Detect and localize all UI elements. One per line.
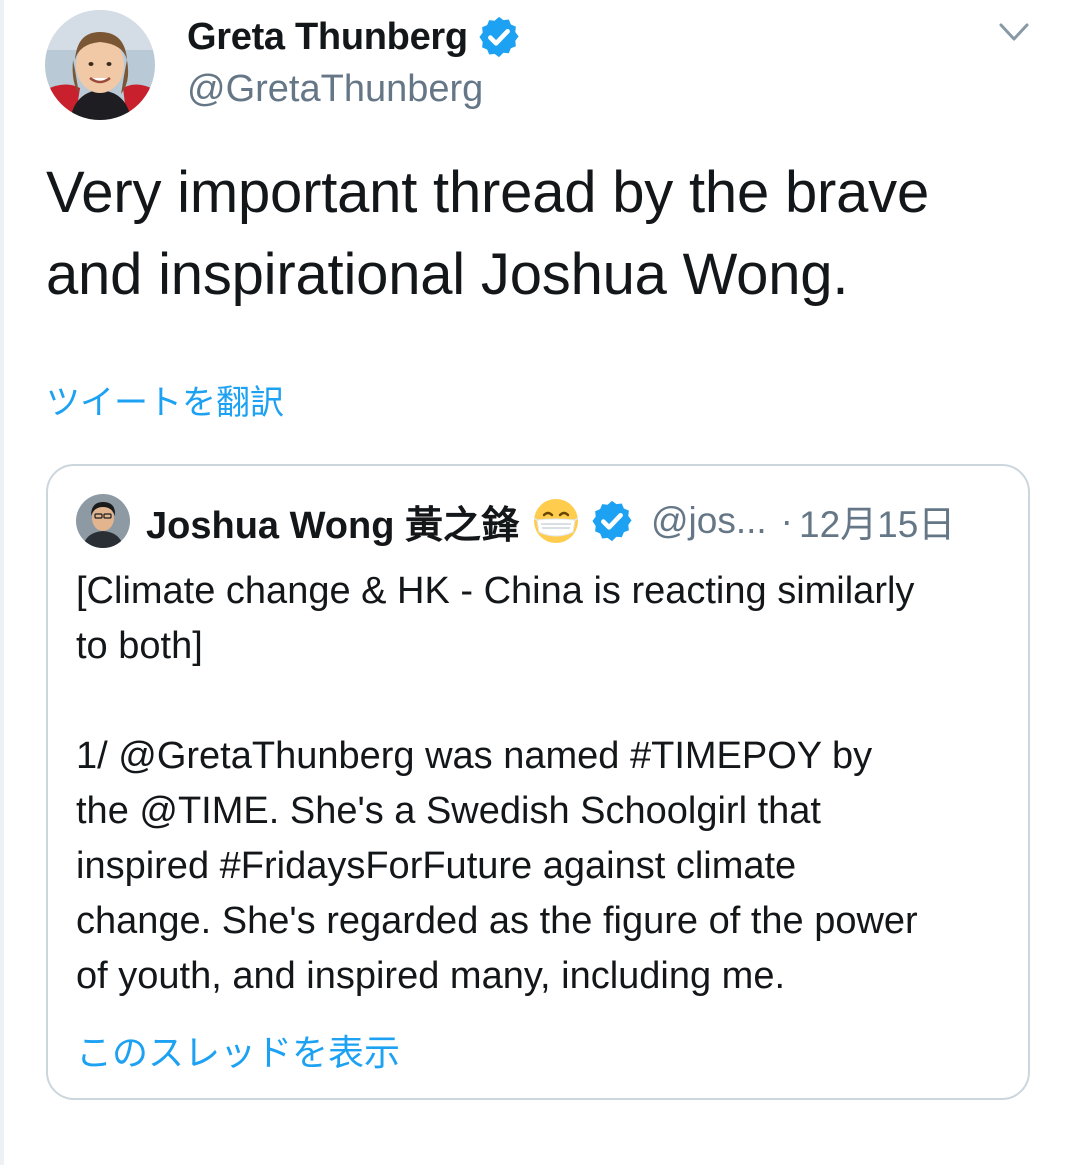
chevron-down-icon[interactable] bbox=[996, 14, 1032, 50]
face-with-medical-mask-emoji-icon bbox=[533, 499, 579, 543]
quoted-body-line: of youth, and inspired many, including m… bbox=[76, 955, 786, 997]
tweet-text-line: Very important thread by the brave bbox=[46, 160, 930, 225]
verified-badge-icon bbox=[592, 500, 632, 542]
show-thread-link[interactable]: このスレッドを表示 bbox=[76, 1024, 400, 1076]
quoted-body-paragraph: 1/ @GretaThunberg was named #TIMEPOY by … bbox=[76, 729, 1016, 1004]
translate-tweet-link[interactable]: ツイートを翻訳 bbox=[46, 375, 284, 424]
tweet-text-line: and inspirational Joshua Wong. bbox=[46, 242, 849, 307]
left-border bbox=[0, 0, 4, 1165]
quoted-body-line: inspired #FridaysForFuture against clima… bbox=[76, 845, 797, 887]
quoted-tweet-header: Joshua Wong 黃之鋒 @jos... · 12月15日 bbox=[146, 494, 955, 548]
quoted-tweet-date: 12月15日 bbox=[799, 504, 956, 545]
author-avatar[interactable] bbox=[45, 10, 155, 120]
quoted-tweet-card[interactable]: Joshua Wong 黃之鋒 @jos... · 12月15日 [Climat… bbox=[46, 464, 1030, 1100]
author-handle[interactable]: @GretaThunberg bbox=[187, 68, 483, 111]
quoted-author-display-name: Joshua Wong 黃之鋒 bbox=[146, 504, 519, 547]
author-display-name[interactable]: Greta Thunberg bbox=[187, 16, 468, 59]
quoted-body-line: [Climate change & HK - China is reacting… bbox=[76, 570, 915, 612]
quoted-author-handle: @jos... bbox=[650, 500, 767, 541]
quoted-author-avatar bbox=[76, 494, 130, 548]
quoted-body-line: 1/ @GretaThunberg was named #TIMEPOY by bbox=[76, 735, 873, 777]
user-avatar-photo-icon bbox=[76, 494, 130, 548]
user-avatar-photo-icon bbox=[45, 10, 155, 120]
author-name-row: Greta Thunberg bbox=[187, 14, 522, 60]
quoted-body-paragraph: [Climate change & HK - China is reacting… bbox=[76, 564, 1016, 674]
quoted-body-line: the @TIME. She's a Swedish Schoolgirl th… bbox=[76, 790, 821, 832]
verified-badge-icon bbox=[479, 16, 519, 58]
quoted-body-line: to both] bbox=[76, 625, 203, 667]
header-separator: · bbox=[780, 500, 793, 541]
quoted-body-line: change. She's regarded as the figure of … bbox=[76, 900, 918, 942]
tweet-text: Very important thread by the brave and i… bbox=[46, 152, 1046, 316]
quoted-tweet-body: [Climate change & HK - China is reacting… bbox=[76, 564, 1016, 1004]
